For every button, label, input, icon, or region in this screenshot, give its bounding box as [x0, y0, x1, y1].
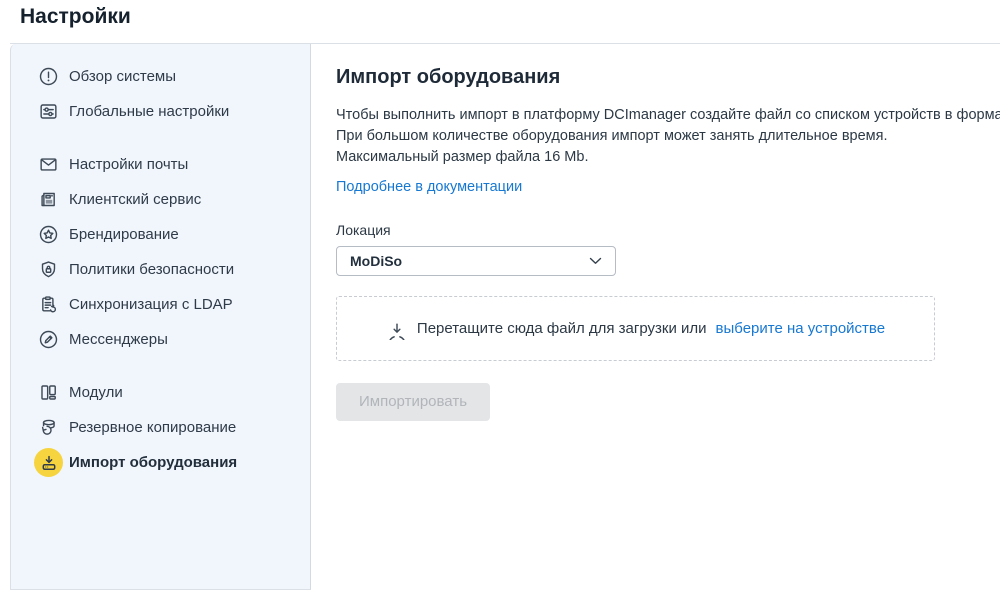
sidebar-item-label: Обзор системы	[69, 68, 176, 85]
sidebar-item-label: Синхронизация с LDAP	[69, 296, 233, 313]
sidebar-item-mail-settings[interactable]: Настройки почты	[11, 147, 310, 182]
location-select[interactable]: MoDiSo	[336, 246, 616, 276]
import-device-icon	[39, 453, 59, 473]
sidebar-item-ldap-sync[interactable]: Синхронизация с LDAP	[11, 287, 310, 322]
sidebar-group-divider	[11, 129, 310, 147]
sidebar-item-label: Импорт оборудования	[69, 454, 237, 471]
settings-shell: Обзор системы Глобальные настройки Настр…	[10, 43, 1000, 590]
star-circle-icon	[38, 224, 59, 245]
location-selected-value: MoDiSo	[350, 253, 402, 269]
sidebar-item-modules[interactable]: Модули	[11, 375, 310, 410]
sidebar-item-system-overview[interactable]: Обзор системы	[11, 59, 310, 94]
shield-lock-icon	[38, 259, 59, 280]
import-equipment-panel: Импорт оборудования Чтобы выполнить импо…	[311, 44, 1000, 590]
mail-icon	[38, 154, 59, 175]
sidebar-item-client-service[interactable]: Клиентский сервис	[11, 182, 310, 217]
file-dropzone[interactable]: Перетащите сюда файл для загрузки или вы…	[336, 296, 935, 361]
page-title: Настройки	[0, 0, 1000, 43]
global-settings-icon	[38, 101, 59, 122]
choose-file-link[interactable]: выберите на устройстве	[716, 320, 886, 337]
sidebar-item-label: Резервное копирование	[69, 419, 236, 436]
sidebar-item-backup[interactable]: Резервное копирование	[11, 410, 310, 445]
clipboard-sync-icon	[38, 294, 59, 315]
sidebar-item-label: Мессенджеры	[69, 331, 168, 348]
import-button[interactable]: Импортировать	[336, 383, 490, 421]
sidebar-item-branding[interactable]: Брендирование	[11, 217, 310, 252]
alert-circle-icon	[38, 66, 59, 87]
sidebar-item-label: Настройки почты	[69, 156, 188, 173]
sidebar-item-security-policies[interactable]: Политики безопасности	[11, 252, 310, 287]
sidebar-item-label: Брендирование	[69, 226, 179, 243]
sidebar-item-messengers[interactable]: Мессенджеры	[11, 322, 310, 357]
location-label: Локация	[336, 221, 1000, 239]
import-description: Чтобы выполнить импорт в платформу DCIma…	[336, 105, 1000, 168]
settings-sidebar: Обзор системы Глобальные настройки Настр…	[10, 44, 311, 590]
sidebar-item-label: Модули	[69, 384, 123, 401]
panel-title: Импорт оборудования	[336, 64, 1000, 90]
active-item-badge	[34, 448, 63, 477]
backup-icon	[38, 417, 59, 438]
sidebar-group-divider	[11, 357, 310, 375]
description-line: Чтобы выполнить импорт в платформу DCIma…	[336, 105, 1000, 126]
sidebar-item-label: Глобальные настройки	[69, 103, 229, 120]
dropzone-text: Перетащите сюда файл для загрузки или	[417, 320, 707, 337]
documentation-link[interactable]: Подробнее в документации	[336, 177, 522, 198]
description-line: При большом количестве оборудования импо…	[336, 126, 1000, 147]
modules-icon	[38, 382, 59, 403]
download-circle-icon	[386, 318, 408, 340]
sidebar-item-global-settings[interactable]: Глобальные настройки	[11, 94, 310, 129]
sidebar-item-label: Политики безопасности	[69, 261, 234, 278]
sidebar-item-label: Клиентский сервис	[69, 191, 201, 208]
chevron-down-icon	[589, 257, 602, 265]
sidebar-item-equipment-import[interactable]: Импорт оборудования	[11, 445, 310, 480]
newspaper-icon	[38, 189, 59, 210]
description-line: Максимальный размер файла 16 Mb.	[336, 147, 1000, 168]
pencil-circle-icon	[38, 329, 59, 350]
